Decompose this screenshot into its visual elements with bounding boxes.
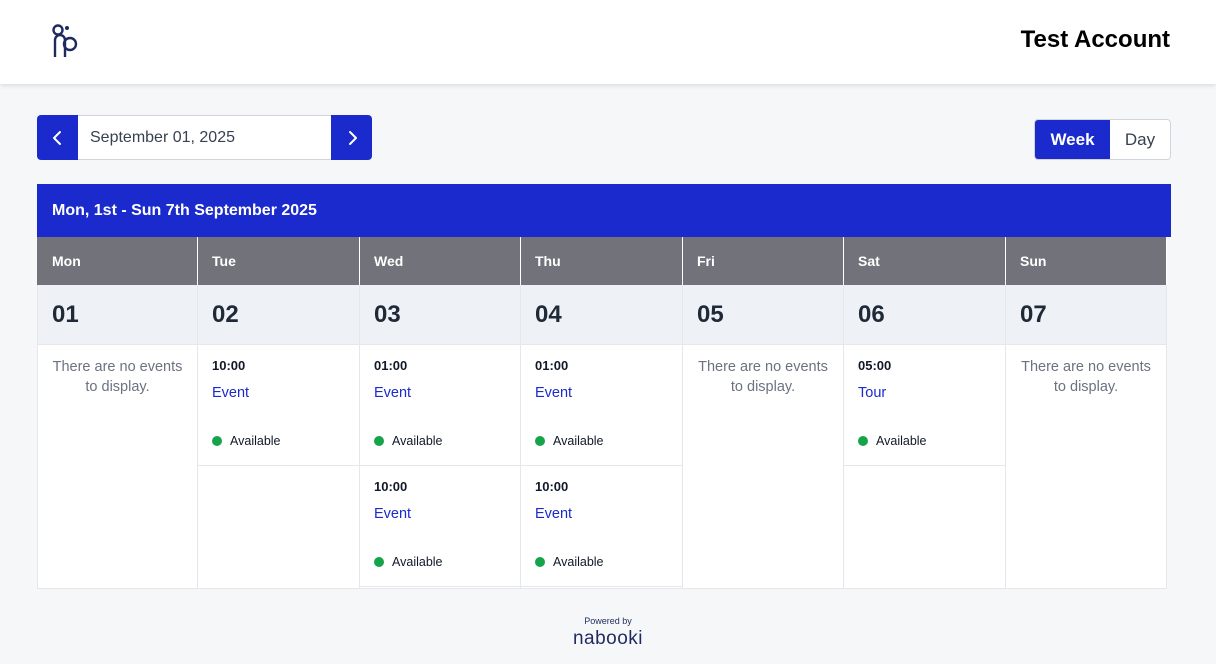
day-number: 05 [683, 285, 844, 345]
day-header-wed: Wed [360, 237, 521, 285]
date-field[interactable] [78, 115, 331, 160]
status-label: Available [553, 555, 604, 569]
day-view-button[interactable]: Day [1110, 120, 1170, 159]
day-events-thu: 01:00 Event Available 10:00 Event Available [521, 345, 683, 589]
previous-week-button[interactable] [37, 115, 78, 160]
event-title-link[interactable]: Event [374, 385, 520, 401]
week-view-button[interactable]: Week [1035, 120, 1110, 159]
chevron-right-icon [348, 130, 357, 145]
day-number: 06 [844, 285, 1006, 345]
event-title-link[interactable]: Tour [858, 385, 1005, 401]
day-number: 04 [521, 285, 683, 345]
day-header-mon: Mon [37, 237, 198, 285]
event-card[interactable]: 10:00 Event Available [360, 466, 520, 587]
top-header: Test Account [0, 0, 1216, 84]
day-number: 02 [198, 285, 360, 345]
event-card[interactable]: 10:00 Event Available [198, 345, 359, 466]
status-dot-icon [212, 436, 222, 446]
day-header-sun: Sun [1006, 237, 1167, 285]
event-time: 10:00 [535, 479, 569, 494]
day-number: 07 [1006, 285, 1167, 345]
day-events-sun: There are no events to display. [1006, 345, 1167, 589]
day-events-mon: There are no events to display. [37, 345, 198, 589]
status-dot-icon [858, 436, 868, 446]
day-events-sat: 05:00 Tour Available [844, 345, 1006, 589]
availability-status: Available [535, 555, 604, 569]
status-label: Available [553, 434, 604, 448]
event-time: 10:00 [374, 479, 408, 494]
nabooki-brand-logo[interactable]: nabooki [0, 628, 1216, 650]
availability-status: Available [374, 434, 443, 448]
no-events-message: There are no events to display. [698, 359, 828, 395]
date-navigator [37, 115, 372, 160]
availability-status: Available [535, 434, 604, 448]
day-header-sat: Sat [844, 237, 1006, 285]
status-dot-icon [535, 557, 545, 567]
next-week-button[interactable] [331, 115, 372, 160]
day-events-tue: 10:00 Event Available [198, 345, 360, 589]
event-title-link[interactable]: Event [212, 385, 359, 401]
day-numbers-row: 01 02 03 04 05 06 07 [37, 285, 1171, 345]
event-time: 10:00 [212, 358, 246, 373]
week-calendar: Mon, 1st - Sun 7th September 2025 Mon Tue… [37, 184, 1171, 589]
status-label: Available [876, 434, 927, 448]
event-title-link[interactable]: Event [535, 506, 682, 522]
status-dot-icon [535, 436, 545, 446]
event-title-link[interactable]: Event [374, 506, 520, 522]
day-events-fri: There are no events to display. [683, 345, 844, 589]
day-number: 03 [360, 285, 521, 345]
day-header-fri: Fri [683, 237, 844, 285]
event-card[interactable]: 01:00 Event Available [521, 345, 682, 466]
availability-status: Available [374, 555, 443, 569]
no-events-message: There are no events to display. [52, 359, 183, 395]
date-range-title: Mon, 1st - Sun 7th September 2025 [37, 184, 1171, 237]
no-events-message: There are no events to display. [1021, 359, 1151, 395]
event-time: 01:00 [535, 358, 569, 373]
chevron-left-icon [52, 130, 61, 145]
nabooki-logo-icon[interactable] [50, 24, 82, 58]
status-dot-icon [374, 557, 384, 567]
event-time: 01:00 [374, 358, 408, 373]
status-label: Available [392, 555, 443, 569]
event-title-link[interactable]: Event [535, 385, 682, 401]
availability-status: Available [858, 434, 927, 448]
status-dot-icon [374, 436, 384, 446]
powered-by-label: Powered by [584, 616, 632, 626]
day-header-tue: Tue [198, 237, 360, 285]
event-card[interactable]: 01:00 Event Available [360, 345, 520, 466]
event-card[interactable]: 10:00 Event Available [521, 466, 682, 587]
account-name: Test Account [1020, 26, 1170, 53]
status-label: Available [392, 434, 443, 448]
day-events-wed: 01:00 Event Available 10:00 Event Available [360, 345, 521, 589]
event-time: 05:00 [858, 358, 892, 373]
day-events-row: There are no events to display. 10:00 Even… [37, 345, 1171, 589]
view-toggle: Week Day [1034, 119, 1171, 160]
status-label: Available [230, 434, 281, 448]
day-headers-row: Mon Tue Wed Thu Fri Sat Sun [37, 237, 1171, 285]
day-number: 01 [37, 285, 198, 345]
availability-status: Available [212, 434, 281, 448]
day-header-thu: Thu [521, 237, 683, 285]
footer: Powered by nabooki [0, 616, 1216, 650]
event-card[interactable]: 05:00 Tour Available [844, 345, 1005, 466]
